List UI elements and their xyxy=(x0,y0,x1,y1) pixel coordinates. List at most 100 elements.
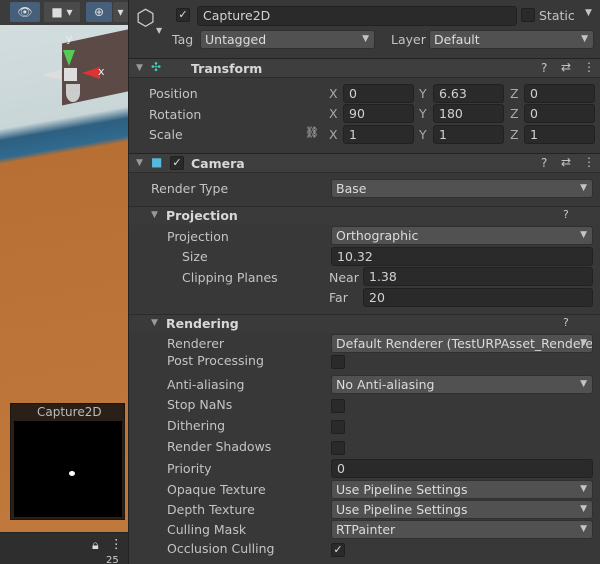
y-axis-label: Y xyxy=(419,86,427,101)
layer-label: Layer xyxy=(391,32,426,47)
render-shadows-checkbox[interactable] xyxy=(331,441,345,455)
scale-z-input[interactable]: 1 xyxy=(524,125,595,144)
z-axis-label: Z xyxy=(510,106,519,121)
anti-aliasing-label: Anti-aliasing xyxy=(167,377,245,392)
dropdown-arrow-icon: ▼ xyxy=(580,504,587,514)
scene-bottom-bar: 🔒︎ ⋮ 25 xyxy=(0,532,128,564)
camera-dropdown-icon[interactable]: ■ ▾ xyxy=(44,2,80,22)
opaque-texture-dropdown[interactable]: Use Pipeline Settings ▼ xyxy=(331,480,593,499)
camera-preview-image xyxy=(14,421,122,517)
stop-nans-checkbox[interactable] xyxy=(331,399,345,413)
help-icon[interactable]: ? xyxy=(541,61,547,75)
opaque-texture-label: Opaque Texture xyxy=(167,482,266,497)
dropdown-arrow-icon: ▼ xyxy=(580,379,587,389)
depth-texture-value: Use Pipeline Settings xyxy=(336,502,468,517)
gizmo-icon[interactable]: ⊕ xyxy=(86,2,112,22)
rendering-section-header[interactable]: ▼ Rendering ? xyxy=(129,314,600,333)
y-axis-label: Y xyxy=(419,127,427,142)
priority-input[interactable]: 0 xyxy=(331,459,593,478)
layer-dropdown[interactable]: Default ▼ xyxy=(429,30,594,49)
anti-aliasing-dropdown[interactable]: No Anti-aliasing ▼ xyxy=(331,375,593,394)
x-axis-label: X xyxy=(329,106,338,121)
rotation-z-input[interactable]: 0 xyxy=(524,104,595,123)
help-icon[interactable]: ? xyxy=(563,316,569,329)
rotation-y-input[interactable]: 180 xyxy=(433,104,504,123)
more-icon[interactable]: ⋮ xyxy=(583,155,595,169)
transform-header[interactable]: ▼ ✣ Transform ? ⇄ ⋮ xyxy=(129,58,600,78)
scene-toolbar: 👁 ■ ▾ ⊕ ▾ xyxy=(0,0,128,25)
camera-header[interactable]: ▼ ■ ✓ Camera ? ⇄ ⋮ xyxy=(129,153,600,173)
preset-icon[interactable]: ⇄ xyxy=(561,60,571,74)
lock-icon[interactable]: 🔒︎ xyxy=(92,537,99,553)
tag-label: Tag xyxy=(172,32,194,47)
projection-value: Orthographic xyxy=(336,228,419,243)
transform-title: Transform xyxy=(191,61,263,76)
occlusion-culling-checkbox[interactable]: ✓ xyxy=(331,543,345,557)
projection-section-header[interactable]: ▼ Projection ? xyxy=(129,206,600,225)
z-axis-label: Z xyxy=(510,127,519,142)
rotation-x-input[interactable]: 90 xyxy=(343,104,414,123)
scale-y-input[interactable]: 1 xyxy=(433,125,504,144)
gizmo-neg-y-icon[interactable] xyxy=(66,84,80,102)
dithering-checkbox[interactable] xyxy=(331,420,345,434)
constrain-proportions-icon[interactable]: ⛓ xyxy=(305,126,319,139)
far-input[interactable]: 20 xyxy=(363,288,593,307)
near-input[interactable]: 1.38 xyxy=(363,267,593,286)
scale-x-input[interactable]: 1 xyxy=(343,125,414,144)
collapse-icon[interactable]: ▼ xyxy=(136,158,143,168)
help-icon[interactable]: ? xyxy=(563,208,569,221)
x-axis-label: X xyxy=(329,127,338,142)
object-name-input[interactable]: Capture2D xyxy=(197,6,517,26)
projection-label: Projection xyxy=(167,229,229,244)
dropdown-arrow-icon: ▼ xyxy=(580,338,587,348)
projection-section-title: Projection xyxy=(166,208,238,223)
active-checkbox[interactable]: ✓ xyxy=(176,8,190,22)
scene-view[interactable]: y x 👁 ■ ▾ ⊕ ▾ Capture2D 🔒︎ ⋮ 25 xyxy=(0,0,128,564)
post-processing-checkbox[interactable] xyxy=(331,355,345,369)
render-shadows-label: Render Shadows xyxy=(167,439,272,454)
collapse-icon[interactable]: ▼ xyxy=(151,210,158,220)
collapse-icon[interactable]: ▼ xyxy=(136,63,143,73)
gizmo-neg-x-icon[interactable] xyxy=(41,70,61,80)
collapse-icon[interactable]: ▼ xyxy=(151,318,158,328)
position-x-input[interactable]: 0 xyxy=(343,84,414,103)
camera-preview-title: Capture2D xyxy=(37,405,102,419)
transform-icon: ✣ xyxy=(151,60,162,74)
position-z-input[interactable]: 0 xyxy=(524,84,595,103)
static-label: Static xyxy=(539,8,575,23)
opaque-texture-value: Use Pipeline Settings xyxy=(336,482,468,497)
preset-icon[interactable]: ⇄ xyxy=(561,155,571,169)
dithering-label: Dithering xyxy=(167,418,226,433)
camera-enabled-checkbox[interactable]: ✓ xyxy=(170,156,184,170)
z-axis-label: Z xyxy=(510,86,519,101)
tag-dropdown[interactable]: Untagged ▼ xyxy=(200,30,375,49)
position-y-input[interactable]: 6.63 xyxy=(433,84,504,103)
gameobject-cube-icon[interactable]: ⬡ xyxy=(136,6,155,31)
position-label: Position xyxy=(149,86,198,101)
post-processing-label: Post Processing xyxy=(167,353,264,368)
dropdown-arrow-icon: ▼ xyxy=(580,524,587,534)
icon-dropdown-icon[interactable]: ▼ xyxy=(156,26,162,35)
depth-texture-dropdown[interactable]: Use Pipeline Settings ▼ xyxy=(331,500,593,519)
renderer-dropdown[interactable]: Default Renderer (TestURPAsset_Renderer)… xyxy=(331,334,593,353)
rendering-section-title: Rendering xyxy=(166,316,239,331)
static-dropdown-icon[interactable]: ▼ xyxy=(585,8,592,18)
help-icon[interactable]: ? xyxy=(541,156,547,170)
culling-mask-dropdown[interactable]: RTPainter ▼ xyxy=(331,520,593,539)
gizmo-dropdown-icon[interactable]: ▾ xyxy=(113,2,128,22)
visibility-toggle-icon[interactable]: 👁 xyxy=(10,2,40,22)
static-checkbox[interactable] xyxy=(521,8,535,22)
near-label: Near xyxy=(329,270,359,285)
size-input[interactable]: 10.32 xyxy=(331,247,593,266)
y-axis-label: Y xyxy=(419,106,427,121)
renderer-value: Default Renderer (TestURPAsset_Renderer) xyxy=(336,336,593,351)
more-icon[interactable]: ⋮ xyxy=(110,536,123,551)
size-label: Size xyxy=(182,249,208,264)
gizmo-center-icon[interactable] xyxy=(64,68,77,81)
projection-dropdown[interactable]: Orthographic ▼ xyxy=(331,226,593,245)
culling-mask-value: RTPainter xyxy=(336,522,396,537)
anti-aliasing-value: No Anti-aliasing xyxy=(336,377,435,392)
more-icon[interactable]: ⋮ xyxy=(583,60,595,74)
dropdown-arrow-icon: ▼ xyxy=(580,484,587,494)
render-type-dropdown[interactable]: Base ▼ xyxy=(331,179,593,198)
